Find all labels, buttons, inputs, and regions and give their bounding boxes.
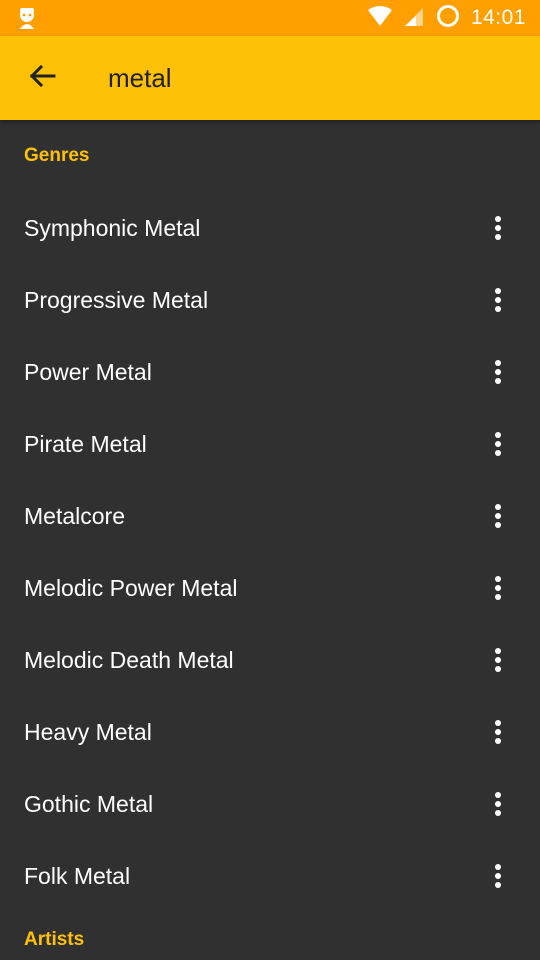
genre-label: Pirate Metal xyxy=(24,430,147,457)
overflow-menu-button[interactable] xyxy=(482,710,514,754)
more-vert-icon xyxy=(495,864,501,888)
genre-row[interactable]: Melodic Power Metal xyxy=(0,552,540,624)
genre-label: Melodic Power Metal xyxy=(24,574,238,601)
genre-label: Heavy Metal xyxy=(24,718,152,745)
battery-ring-icon xyxy=(435,3,461,34)
more-vert-icon xyxy=(495,720,501,744)
overflow-menu-button[interactable] xyxy=(482,278,514,322)
genre-label: Folk Metal xyxy=(24,862,131,889)
section-header-genres: Genres xyxy=(24,145,90,166)
genre-row[interactable]: Pirate Metal xyxy=(0,408,540,480)
genre-row[interactable]: Gothic Metal xyxy=(0,768,540,840)
status-bar: 14:01 xyxy=(0,0,540,36)
genre-row[interactable]: Melodic Death Metal xyxy=(0,624,540,696)
genre-row[interactable]: Symphonic Metal xyxy=(0,192,540,264)
overflow-menu-button[interactable] xyxy=(482,494,514,538)
genre-row[interactable]: Heavy Metal xyxy=(0,696,540,768)
genre-list: Symphonic Metal Progressive Metal Power … xyxy=(0,192,540,912)
wifi-icon xyxy=(367,5,393,32)
genre-row[interactable]: Metalcore xyxy=(0,480,540,552)
genre-label: Melodic Death Metal xyxy=(24,646,234,673)
section-header-artists: Artists xyxy=(24,929,85,950)
more-vert-icon xyxy=(495,504,501,528)
overflow-menu-button[interactable] xyxy=(482,422,514,466)
more-vert-icon xyxy=(495,216,501,240)
overflow-menu-button[interactable] xyxy=(482,638,514,682)
overflow-menu-button[interactable] xyxy=(482,854,514,898)
overflow-menu-button[interactable] xyxy=(482,782,514,826)
app-bar xyxy=(0,36,540,120)
more-vert-icon xyxy=(495,360,501,384)
search-input[interactable] xyxy=(108,54,508,102)
back-button[interactable] xyxy=(20,56,64,100)
genre-label: Gothic Metal xyxy=(24,790,154,817)
genre-row[interactable]: Power Metal xyxy=(0,336,540,408)
more-vert-icon xyxy=(495,648,501,672)
search-results: Genres Symphonic Metal Progressive Metal… xyxy=(0,120,540,960)
overflow-menu-button[interactable] xyxy=(482,350,514,394)
more-vert-icon xyxy=(495,792,501,816)
cell-signal-icon xyxy=(403,5,425,32)
more-vert-icon xyxy=(495,432,501,456)
more-vert-icon xyxy=(495,576,501,600)
status-time: 14:01 xyxy=(470,6,526,29)
genre-label: Metalcore xyxy=(24,502,125,529)
genre-row[interactable]: Progressive Metal xyxy=(0,264,540,336)
genre-row[interactable]: Folk Metal xyxy=(0,840,540,912)
genre-label: Progressive Metal xyxy=(24,286,209,313)
arrow-back-icon xyxy=(28,62,56,95)
genre-label: Power Metal xyxy=(24,358,152,385)
more-vert-icon xyxy=(495,288,501,312)
overflow-menu-button[interactable] xyxy=(482,566,514,610)
notification-app-icon xyxy=(14,5,40,31)
genre-label: Symphonic Metal xyxy=(24,214,201,241)
overflow-menu-button[interactable] xyxy=(482,206,514,250)
